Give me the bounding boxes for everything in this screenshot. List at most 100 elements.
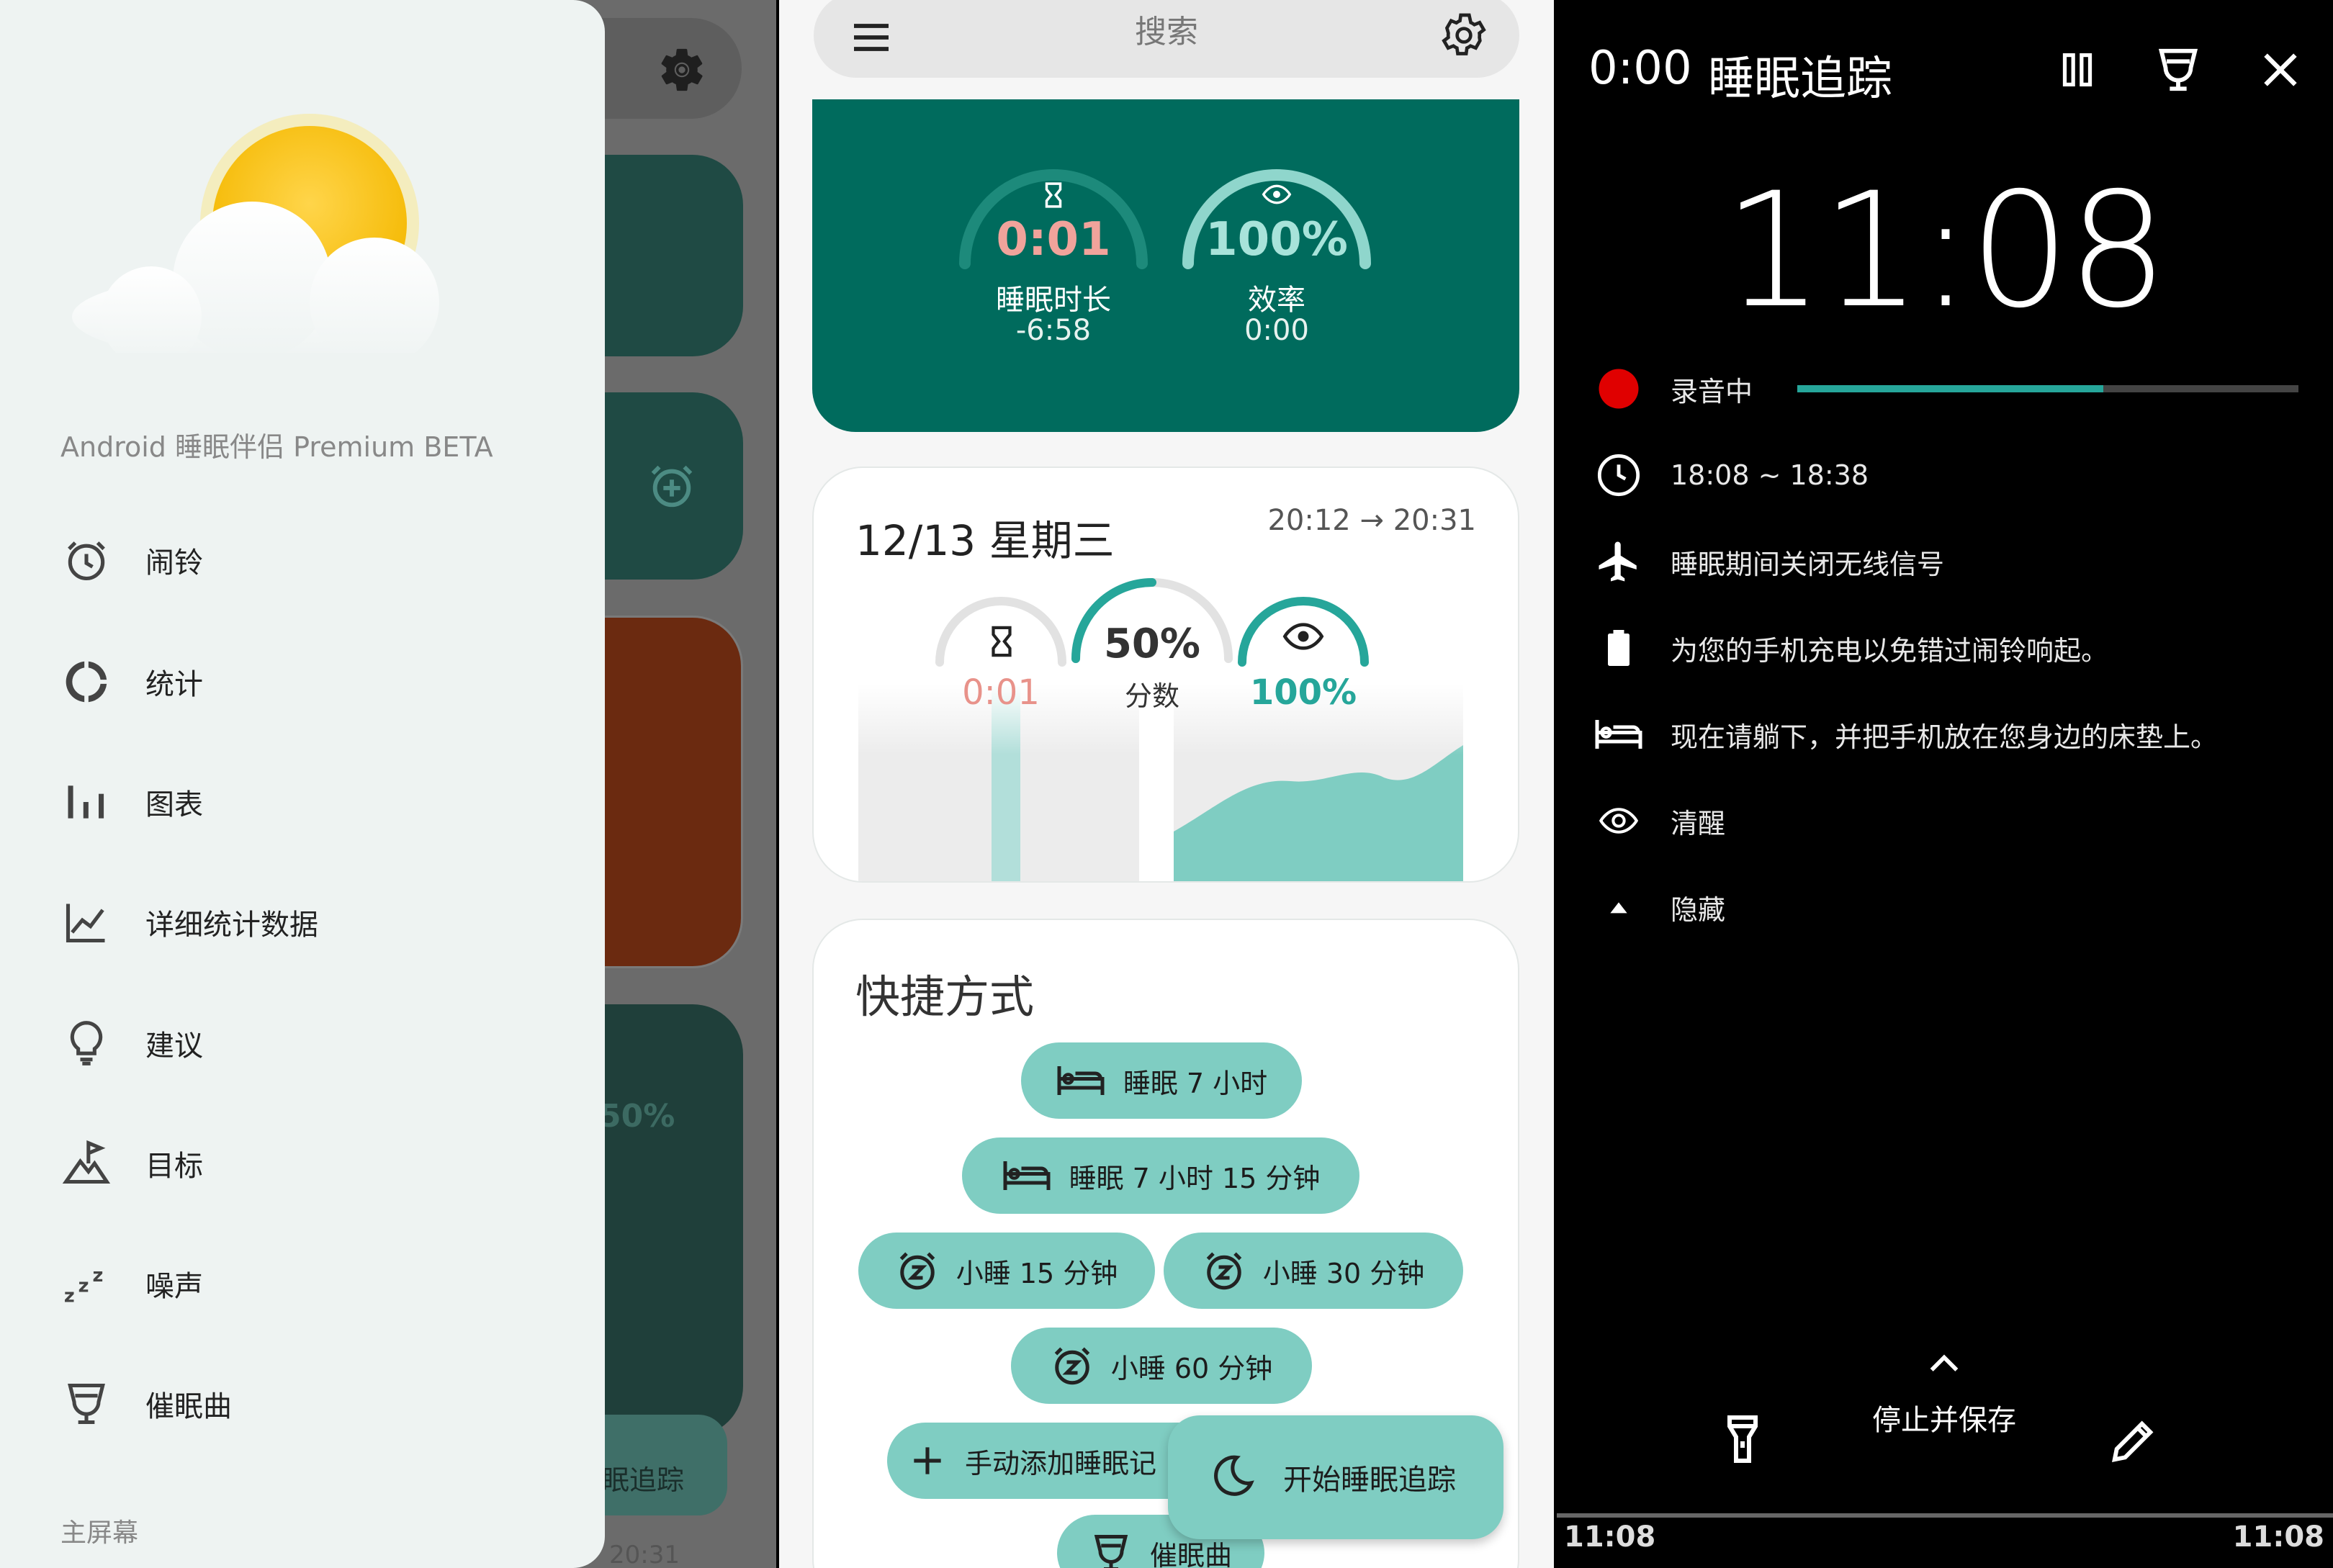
hide-label: 隐藏 bbox=[1671, 893, 1726, 926]
drawer-item-stats[interactable]: 统计 bbox=[60, 646, 579, 718]
behind-time: 20:31 bbox=[609, 1541, 680, 1568]
svg-text:z: z bbox=[78, 1275, 89, 1297]
hero-duration-delta: -6:58 bbox=[1015, 314, 1092, 347]
main-screen-panel: 搜索 0:01 睡眠时长 -6:58 100% 效率 0:00 12/13 星期… bbox=[778, 0, 1555, 1568]
zzz-icon: zzz bbox=[60, 1258, 112, 1310]
chip-label: 手动添加睡眠记 bbox=[965, 1447, 1157, 1479]
lullaby-icon[interactable] bbox=[2153, 45, 2203, 98]
drawer-item-charts[interactable]: 图表 bbox=[60, 766, 579, 838]
drawer-item-label: 催眠曲 bbox=[145, 1390, 232, 1423]
status-time-left: 11:08 bbox=[1564, 1520, 1656, 1554]
tracking-title: 睡眠追踪 bbox=[1708, 53, 1892, 106]
drawer-item-alarm[interactable]: 闹铃 bbox=[60, 524, 579, 596]
status-divider bbox=[1555, 1513, 2333, 1518]
drawer: Android 睡眠伴侣 Premium BETA 闹铃 统计 图表 详细统计数… bbox=[0, 0, 605, 1568]
drawer-item-noise[interactable]: zzz 噪声 bbox=[60, 1248, 579, 1320]
time-window-row[interactable]: 18:08 ~ 18:38 bbox=[1590, 446, 1869, 504]
sleep-graph bbox=[858, 684, 1463, 881]
search-placeholder: 搜索 bbox=[1135, 14, 1198, 50]
flashlight-icon[interactable] bbox=[1721, 1412, 1764, 1469]
hourglass-icon bbox=[1040, 180, 1067, 213]
eye-icon bbox=[1278, 616, 1329, 659]
drawer-item-label: 目标 bbox=[145, 1150, 203, 1183]
record-range: 20:12 → 20:31 bbox=[1267, 504, 1476, 537]
drawer-item-label: 噪声 bbox=[145, 1270, 203, 1303]
chip-label: 睡眠 7 小时 bbox=[1123, 1067, 1268, 1099]
alarm-icon bbox=[60, 534, 112, 586]
svg-text:z: z bbox=[93, 1265, 104, 1287]
last-sleep-summary[interactable]: 0:01 睡眠时长 -6:58 100% 效率 0:00 bbox=[812, 99, 1519, 432]
bar-chart-icon bbox=[60, 776, 112, 828]
hero-duration-value: 0:01 bbox=[996, 213, 1111, 266]
shortcut-sleep-7h15m[interactable]: 睡眠 7 小时 15 分钟 bbox=[962, 1137, 1359, 1214]
hero-efficiency-label: 效率 bbox=[1248, 284, 1305, 317]
record-score-label: 分数 bbox=[1124, 680, 1179, 712]
behind-fab-label: 眠追踪 bbox=[602, 1464, 685, 1496]
shortcut-nap-60m[interactable]: 小睡 60 分钟 bbox=[1011, 1328, 1312, 1404]
drawer-item-lullaby[interactable]: 催眠曲 bbox=[60, 1368, 579, 1440]
battery-label: 为您的手机充电以免错过闹铃响起。 bbox=[1671, 634, 2109, 667]
recording-label: 录音中 bbox=[1671, 375, 1753, 407]
tracking-elapsed: 0:00 bbox=[1588, 42, 1692, 95]
awake-label: 清醒 bbox=[1671, 807, 1726, 839]
shortcut-nap-15m[interactable]: 小睡 15 分钟 bbox=[858, 1233, 1155, 1309]
time-window-label: 18:08 ~ 18:38 bbox=[1671, 459, 1869, 491]
battery-row: 为您的手机充电以免错过闹铃响起。 bbox=[1590, 619, 2108, 677]
start-tracking-fab[interactable]: 开始睡眠追踪 bbox=[1168, 1415, 1503, 1539]
settings-gear-icon[interactable] bbox=[1439, 10, 1489, 63]
drawer-item-advice[interactable]: 建议 bbox=[60, 1007, 579, 1079]
lullaby-icon bbox=[1089, 1531, 1133, 1568]
drawer-item-goals[interactable]: 目标 bbox=[60, 1127, 579, 1199]
bed-icon bbox=[1590, 706, 1648, 763]
nap-alarm-icon bbox=[1203, 1249, 1246, 1292]
record-range-end: 20:31 bbox=[1393, 504, 1476, 537]
eye-icon bbox=[1259, 180, 1295, 212]
shortcuts-title: 快捷方式 bbox=[855, 970, 1035, 1023]
stop-save-button[interactable]: 停止并保存 bbox=[1555, 1397, 2333, 1438]
chip-label: 小睡 60 分钟 bbox=[1110, 1352, 1273, 1384]
pause-icon[interactable] bbox=[2052, 45, 2103, 98]
tracking-clock: 11:08 bbox=[1722, 158, 2168, 343]
plus-icon bbox=[907, 1441, 948, 1481]
search-bar[interactable]: 搜索 bbox=[814, 0, 1519, 78]
hide-row[interactable]: 隐藏 bbox=[1590, 878, 1725, 936]
drawer-item-label: 建议 bbox=[145, 1029, 203, 1063]
record-score: 50% bbox=[1103, 621, 1201, 667]
recording-level-fill bbox=[1797, 385, 2103, 392]
sleep-record-card[interactable]: 12/13 星期三 20:12 → 20:31 0:01 50% 分数 100% bbox=[812, 467, 1519, 883]
gear-icon bbox=[657, 45, 707, 98]
behind-score: 50% bbox=[599, 1098, 675, 1135]
airplane-icon bbox=[1590, 533, 1648, 590]
eye-icon bbox=[1590, 792, 1648, 850]
battery-icon bbox=[1590, 619, 1648, 677]
chevron-up-icon[interactable] bbox=[1925, 1348, 1963, 1379]
lullaby-icon bbox=[60, 1378, 112, 1430]
airplane-row[interactable]: 睡眠期间关闭无线信号 bbox=[1590, 533, 1944, 590]
shortcut-nap-30m[interactable]: 小睡 30 分钟 bbox=[1164, 1233, 1463, 1309]
bed-icon bbox=[1056, 1063, 1106, 1099]
app-name: Android 睡眠伴侣 Premium BETA bbox=[60, 431, 493, 463]
hero-efficiency-sub: 0:00 bbox=[1244, 314, 1309, 347]
range-arrow: → bbox=[1359, 504, 1384, 537]
drawer-item-label: 统计 bbox=[145, 668, 203, 701]
bed-row: 现在请躺下，并把手机放在您身边的床垫上。 bbox=[1590, 706, 2218, 763]
chip-label: 小睡 15 分钟 bbox=[956, 1257, 1118, 1289]
moon-icon bbox=[1208, 1451, 1257, 1503]
lightbulb-icon bbox=[60, 1017, 112, 1069]
close-icon[interactable] bbox=[2255, 45, 2306, 98]
stats-ring-icon bbox=[60, 656, 112, 708]
svg-text:z: z bbox=[64, 1286, 75, 1307]
shortcut-sleep-7h[interactable]: 睡眠 7 小时 bbox=[1021, 1042, 1302, 1119]
status-time-right: 11:08 bbox=[2232, 1520, 2324, 1554]
recording-level-bar bbox=[1797, 385, 2298, 392]
drawer-item-detailed-stats[interactable]: 详细统计数据 bbox=[60, 886, 579, 958]
bed-label: 现在请躺下，并把手机放在您身边的床垫上。 bbox=[1671, 721, 2219, 753]
bed-icon bbox=[1002, 1158, 1052, 1194]
hourglass-icon bbox=[985, 621, 1018, 665]
pencil-icon[interactable] bbox=[2108, 1415, 2159, 1469]
recording-row: 录音中 bbox=[1590, 360, 1753, 418]
fab-label: 开始睡眠追踪 bbox=[1283, 1464, 1456, 1497]
weather-illustration bbox=[65, 108, 482, 367]
chip-label: 睡眠 7 小时 15 分钟 bbox=[1069, 1162, 1321, 1194]
awake-row[interactable]: 清醒 bbox=[1590, 792, 1725, 850]
